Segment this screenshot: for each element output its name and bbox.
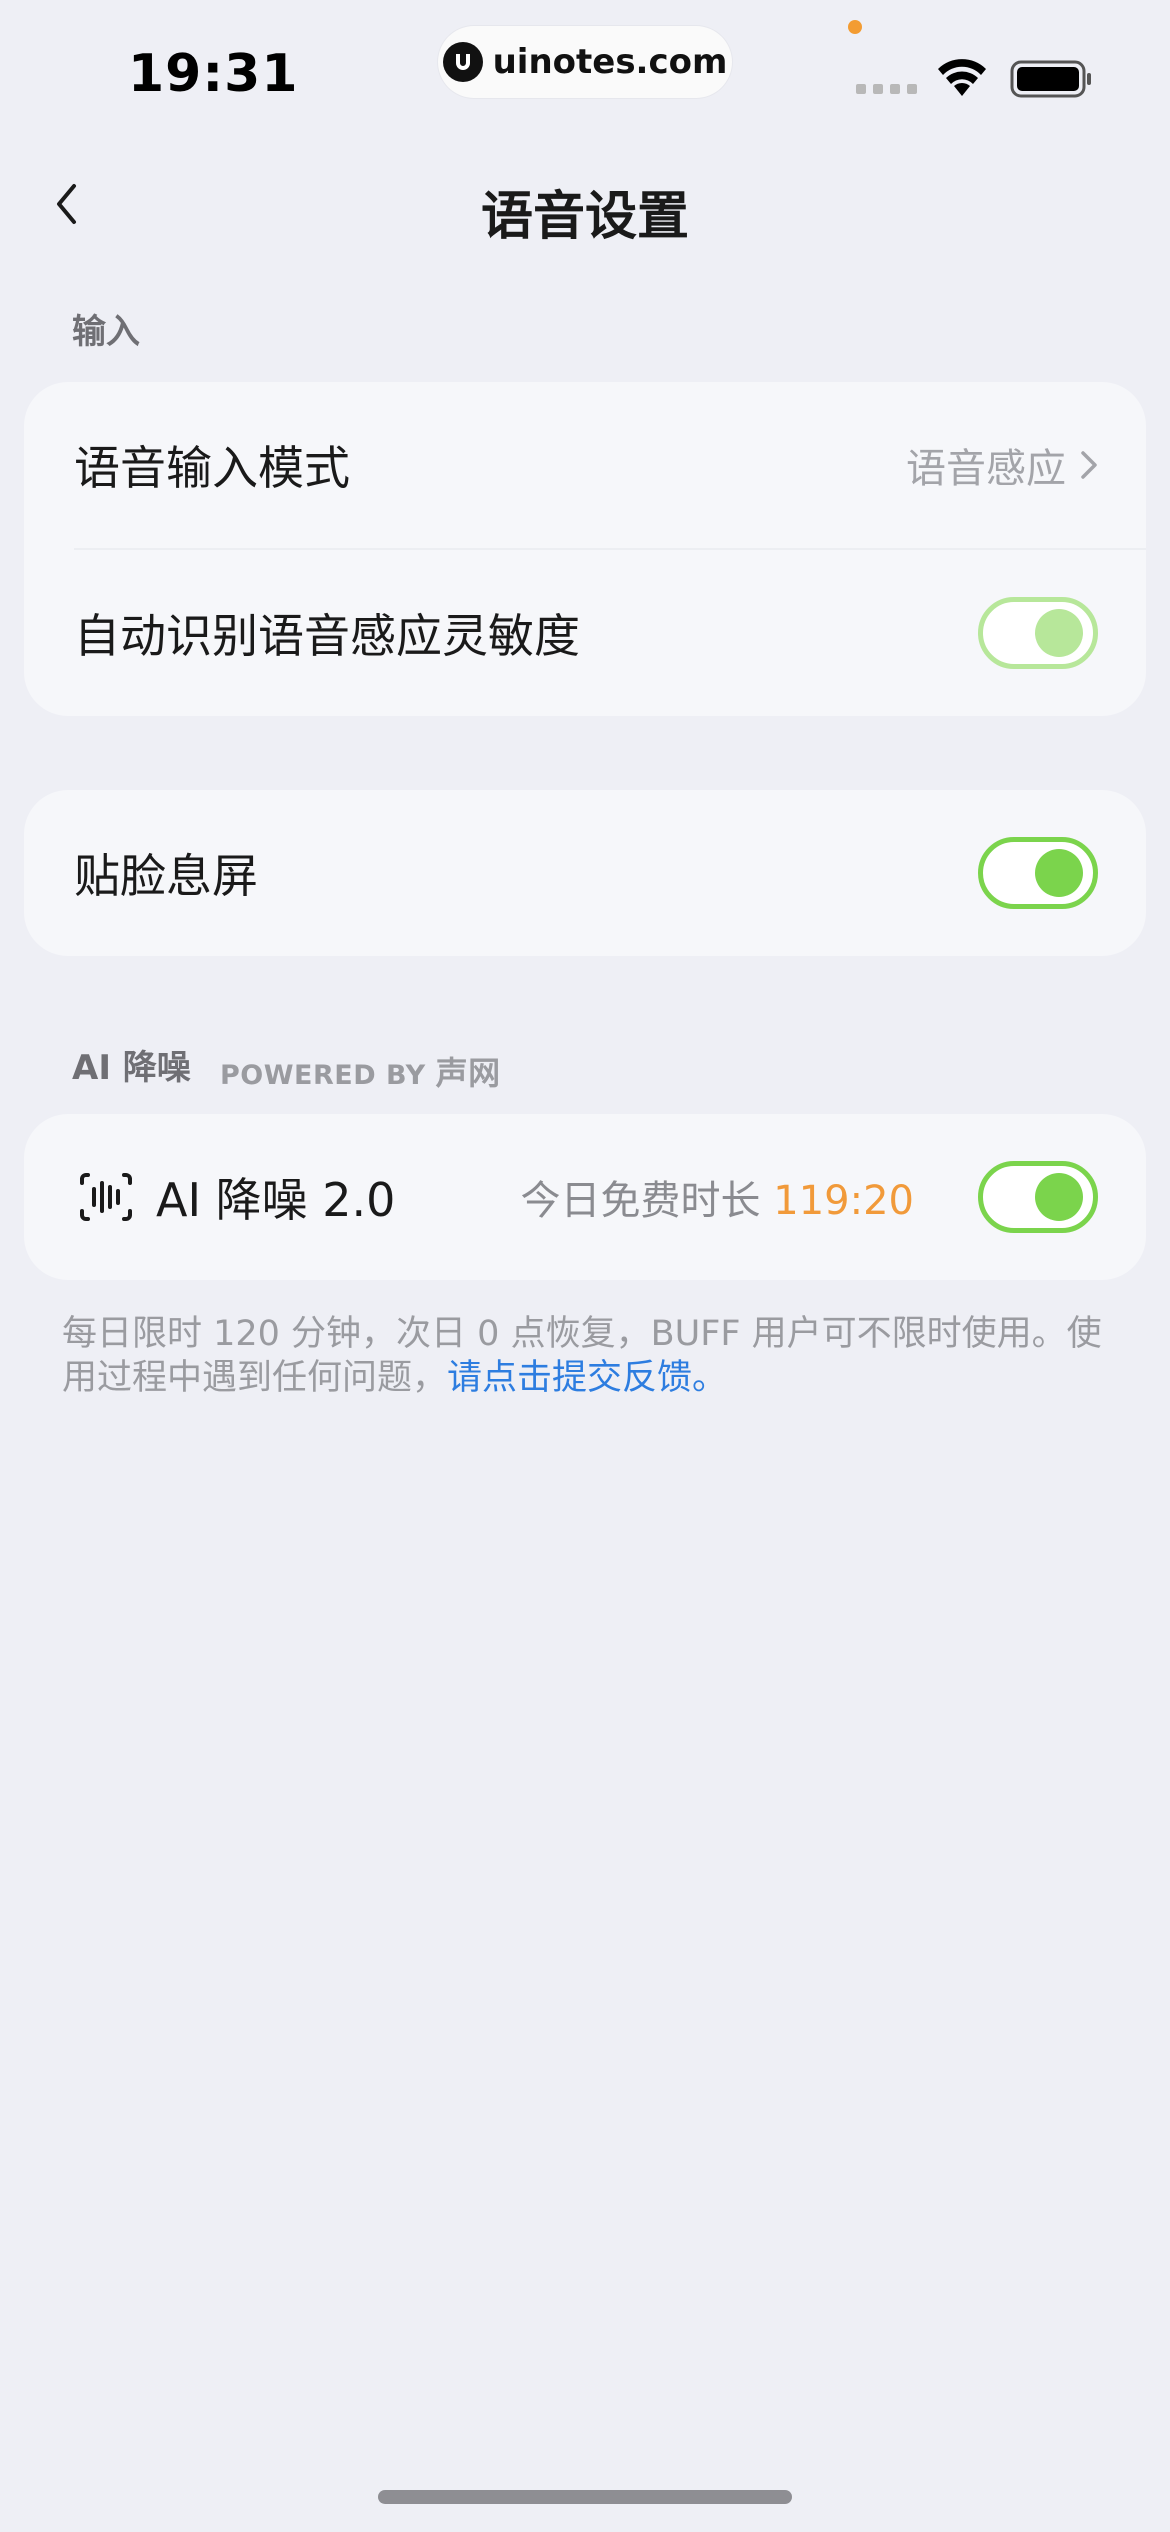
ai-noise-footnote: 每日限时 120 分钟，次日 0 点恢复，BUFF 用户可不限时使用。使用过程中…	[62, 1312, 1122, 1400]
section-label-input: 输入	[72, 312, 140, 352]
powered-by-label: POWERED BY 声网	[220, 1048, 501, 1094]
status-time: 19:31	[128, 44, 299, 104]
voice-settings-screen: 19:31 uinotes.com 语音设置 输入 语音输入模式 语音感应 自动…	[0, 0, 1170, 2532]
free-time-prefix: 今日免费时长	[520, 1178, 761, 1224]
privacy-indicator-dot	[848, 20, 862, 34]
section-label-ai-noise: AI 降噪	[72, 1048, 191, 1088]
ai-noise-toggle[interactable]	[978, 1161, 1098, 1233]
proximity-screen-off-row: 贴脸息屏	[24, 790, 1146, 956]
free-time-remaining: 119:20	[773, 1178, 914, 1224]
uinotes-logo-icon	[442, 42, 483, 82]
voice-input-mode-value: 语音感应	[906, 446, 1066, 492]
auto-sensitivity-label: 自动识别语音感应灵敏度	[74, 609, 580, 663]
input-settings-card: 语音输入模式 语音感应 自动识别语音感应灵敏度	[24, 382, 1146, 716]
voice-input-mode-label: 语音输入模式	[74, 441, 350, 495]
ai-noise-row: AI 降噪 2.0 今日免费时长 119:20	[24, 1114, 1146, 1280]
feedback-link[interactable]: 请点击提交反馈。	[447, 1358, 727, 1398]
battery-icon	[1010, 60, 1091, 98]
powered-by-brand: 声网	[435, 1054, 501, 1092]
chevron-right-icon	[1081, 451, 1097, 479]
proximity-card: 贴脸息屏	[24, 790, 1146, 956]
wifi-icon	[938, 59, 986, 96]
toggle-knob	[1035, 609, 1083, 657]
auto-sensitivity-row: 自动识别语音感应灵敏度	[24, 550, 1146, 716]
toggle-knob	[1035, 849, 1083, 897]
page-title: 语音设置	[480, 187, 689, 247]
proximity-screen-off-toggle[interactable]	[978, 837, 1098, 909]
proximity-screen-off-label: 贴脸息屏	[74, 849, 258, 903]
powered-by-prefix: POWERED BY	[220, 1060, 426, 1091]
voice-input-mode-row[interactable]: 语音输入模式 语音感应	[24, 382, 1146, 548]
home-indicator[interactable]	[378, 2490, 792, 2504]
free-time-info: 今日免费时长 119:20	[521, 1168, 914, 1226]
ai-noise-label: AI 降噪 2.0	[156, 1173, 396, 1227]
cellular-signal-icon	[856, 84, 917, 94]
nav-bar: 语音设置	[0, 160, 1170, 250]
sound-wave-icon	[80, 1173, 132, 1221]
url-text: uinotes.com	[492, 42, 728, 82]
status-bar: 19:31 uinotes.com	[0, 0, 1170, 130]
toggle-knob	[1035, 1173, 1083, 1221]
ai-noise-card: AI 降噪 2.0 今日免费时长 119:20	[24, 1114, 1146, 1280]
auto-sensitivity-toggle[interactable]	[978, 597, 1098, 669]
url-pill[interactable]: uinotes.com	[438, 26, 732, 98]
